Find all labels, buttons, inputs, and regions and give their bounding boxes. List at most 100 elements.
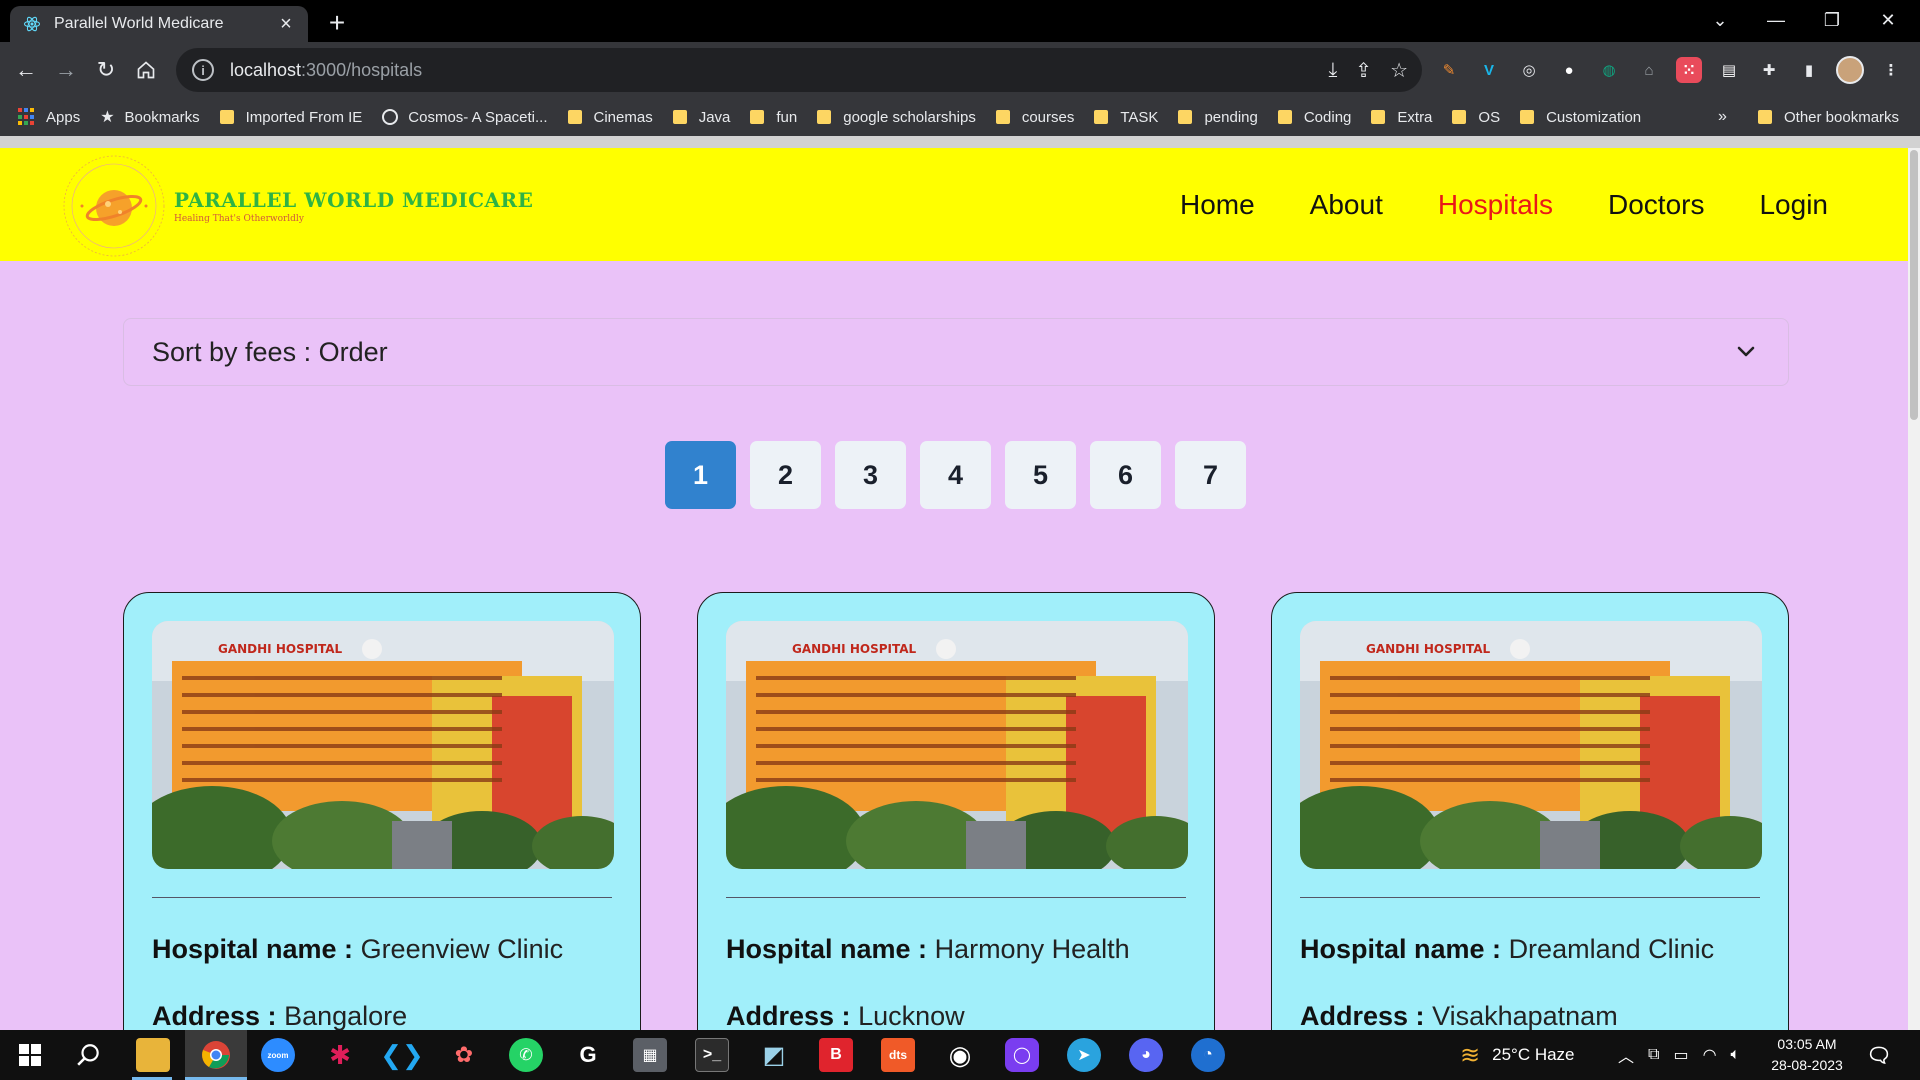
b-app-icon[interactable]: B (819, 1038, 853, 1072)
profile-avatar[interactable] (1836, 56, 1864, 84)
url-path: :3000/hospitals (301, 59, 423, 80)
back-icon[interactable]: ← (8, 52, 44, 88)
nav-home[interactable]: Home (1180, 189, 1255, 221)
bookmark-scholarships[interactable]: google scholarships (817, 109, 976, 126)
restore-icon[interactable]: ❐ (1804, 0, 1860, 40)
notes-icon[interactable]: ◩ (757, 1038, 791, 1072)
bookmark-cosmos[interactable]: Cosmos- A Spaceti... (382, 109, 548, 126)
firefox-icon[interactable]: ◔ (1191, 1038, 1225, 1072)
meet-now-icon[interactable]: ⧉ (1648, 1046, 1659, 1064)
install-icon[interactable]: ⤓ (1328, 59, 1337, 82)
discord-icon[interactable]: ◕ (1129, 1038, 1163, 1072)
glasses-extension-icon[interactable]: ◎ (1516, 57, 1542, 83)
terminal-icon[interactable]: >_ (695, 1038, 729, 1072)
menu-kebab-icon[interactable]: ⋮ (1878, 57, 1904, 83)
bookmark-pending[interactable]: pending (1178, 109, 1258, 126)
bookmark-os[interactable]: OS (1452, 109, 1500, 126)
hospital-card[interactable]: GANDHI HOSPITAL Hospital name : Greenvie… (123, 592, 641, 1030)
circle-app-icon[interactable]: ◯ (1005, 1038, 1039, 1072)
page-button-5[interactable]: 5 (1005, 441, 1076, 509)
sort-by-fees-select[interactable]: Sort by fees : Order (123, 318, 1789, 386)
chat-extension-icon[interactable]: ◍ (1596, 57, 1622, 83)
bookmark-star-icon[interactable]: ☆ (1390, 58, 1408, 83)
github-desktop-icon[interactable]: G (571, 1038, 605, 1072)
bookmark-task[interactable]: TASK (1094, 109, 1158, 126)
bookmark-java[interactable]: Java (672, 109, 730, 126)
calculator-icon[interactable]: ▦ (633, 1038, 667, 1072)
bookmark-bookmarks[interactable]: ★ Bookmarks (100, 107, 199, 127)
brand[interactable]: PARALLEL WORLD MEDICARE Healing That's O… (174, 188, 533, 224)
bookmark-imported[interactable]: Imported From IE (219, 109, 362, 126)
page-scrollbar[interactable] (1908, 148, 1920, 1030)
file-explorer-icon[interactable] (136, 1038, 170, 1072)
folder-icon (1452, 110, 1467, 124)
medicare-logo[interactable] (62, 154, 166, 258)
folder-icon (995, 110, 1010, 124)
browser-tab[interactable]: Parallel World Medicare × (10, 6, 308, 42)
dts-icon[interactable]: dts (881, 1038, 915, 1072)
bookmarks-overflow-button[interactable]: » (1718, 98, 1727, 136)
reader-extension-icon[interactable]: ▤ (1716, 57, 1742, 83)
puzzle-icon[interactable]: ✚ (1756, 57, 1782, 83)
bookmark-fun[interactable]: fun (750, 109, 797, 126)
vscode-icon[interactable]: ❮❯ (380, 1038, 424, 1072)
bookmark-customization[interactable]: Customization (1520, 109, 1641, 126)
volume-icon[interactable]: 🔈︎ (1731, 1046, 1741, 1064)
bookmark-apps[interactable]: Apps (18, 108, 80, 126)
window-close-icon[interactable]: ✕ (1860, 0, 1916, 40)
weather-widget[interactable]: ≋ 25°C Haze (1460, 1030, 1575, 1080)
paint-icon[interactable]: ✿ (447, 1038, 481, 1072)
bookmark-other[interactable]: Other bookmarks (1758, 98, 1899, 136)
obs-icon[interactable]: ◉ (943, 1038, 977, 1072)
page-button-2[interactable]: 2 (750, 441, 821, 509)
search-icon[interactable] (72, 1038, 106, 1072)
nav-doctors[interactable]: Doctors (1608, 189, 1704, 221)
circle-extension-icon[interactable]: ● (1556, 57, 1582, 83)
scrollbar-thumb[interactable] (1910, 150, 1918, 420)
nav-hospitals[interactable]: Hospitals (1438, 189, 1553, 221)
bookmark-label: Extra (1397, 108, 1433, 126)
home-icon[interactable] (128, 52, 164, 88)
pen-extension-icon[interactable]: ✎ (1436, 57, 1462, 83)
site-info-icon[interactable]: i (192, 59, 214, 81)
whatsapp-icon[interactable]: ✆ (509, 1038, 543, 1072)
page-button-7[interactable]: 7 (1175, 441, 1246, 509)
zoom-icon[interactable]: zoom (261, 1038, 295, 1072)
chrome-icon[interactable] (199, 1038, 233, 1072)
windows-start-icon[interactable] (13, 1038, 47, 1072)
hospital-card[interactable]: GANDHI HOSPITAL Hospital name : Harmony … (697, 592, 1215, 1030)
wifi-icon[interactable]: ◠ (1703, 1045, 1717, 1065)
hospital-address-row: Address : Bangalore (152, 1001, 612, 1030)
telegram-icon[interactable]: ➤ (1067, 1038, 1101, 1072)
tab-close-icon[interactable]: × (276, 13, 296, 35)
tab-search-icon[interactable]: ⌄ (1692, 0, 1748, 40)
hospital-card[interactable]: GANDHI HOSPITAL Hospital name : Dreamlan… (1271, 592, 1789, 1030)
vimeo-extension-icon[interactable]: V (1476, 57, 1502, 83)
page-button-4[interactable]: 4 (920, 441, 991, 509)
page-button-3[interactable]: 3 (835, 441, 906, 509)
share-icon[interactable]: ⇪ (1355, 58, 1372, 83)
bookmark-cinemas[interactable]: Cinemas (567, 109, 653, 126)
star-icon: ★ (100, 109, 115, 126)
page-button-1[interactable]: 1 (665, 441, 736, 509)
bottle-extension-icon[interactable]: ⌂ (1636, 57, 1662, 83)
minimize-icon[interactable]: — (1748, 0, 1804, 40)
battery-icon[interactable]: ▭ (1673, 1045, 1688, 1065)
reload-icon[interactable]: ↻ (88, 52, 124, 88)
page-button-6[interactable]: 6 (1090, 441, 1161, 509)
nav-about[interactable]: About (1310, 189, 1383, 221)
bookmark-courses[interactable]: courses (995, 109, 1074, 126)
bookmark-coding[interactable]: Coding (1277, 109, 1351, 126)
bookmark-extra[interactable]: Extra (1371, 109, 1432, 126)
new-tab-icon[interactable]: + (322, 7, 352, 38)
side-panel-icon[interactable]: ▮ (1796, 57, 1822, 83)
tray-expand-icon[interactable]: ︿ (1618, 1043, 1634, 1067)
address-bar[interactable]: i localhost:3000/hospitals ⤓ ⇪ ☆ (176, 48, 1422, 92)
notifications-icon[interactable]: 🗨︎ (1862, 1038, 1896, 1072)
dice-extension-icon[interactable]: ⁙ (1676, 57, 1702, 83)
taskbar-clock[interactable]: 03:05 AM 28-08-2023 (1762, 1034, 1852, 1076)
forward-icon[interactable]: → (48, 52, 84, 88)
slack-icon[interactable]: ✱ (323, 1038, 357, 1072)
brand-tagline: Healing That's Otherworldly (174, 214, 304, 224)
nav-login[interactable]: Login (1759, 189, 1828, 221)
